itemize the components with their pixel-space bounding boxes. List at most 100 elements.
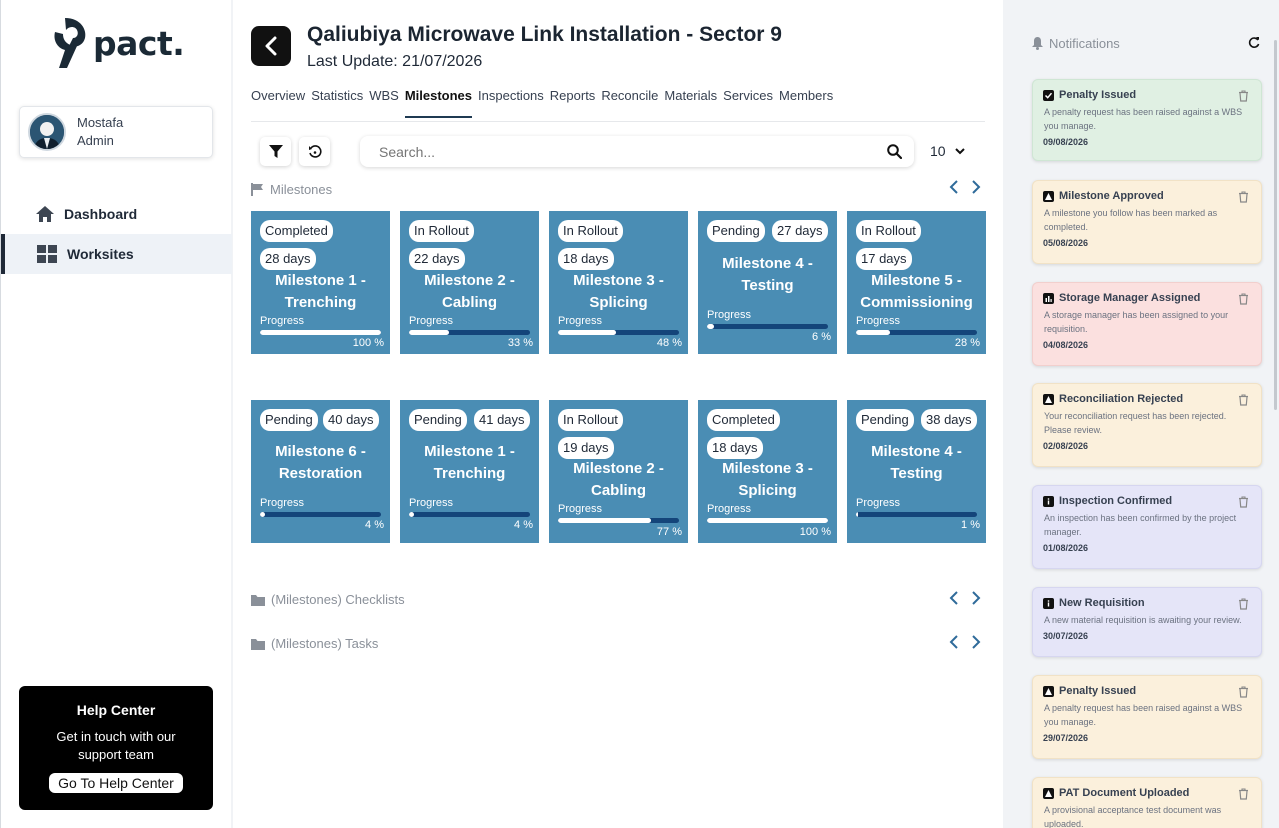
notification-title-text: Storage Manager Assigned — [1059, 292, 1201, 304]
chevron-right-icon[interactable] — [971, 591, 981, 610]
progress-fill — [409, 330, 449, 335]
sidebar-item-worksites[interactable]: Worksites — [1, 234, 232, 274]
progress-label: Progress — [707, 503, 752, 515]
notifications-panel: Notifications Penalty Issued A penalty re… — [1015, 0, 1279, 828]
go-to-help-center-button[interactable]: Go To Help Center — [49, 773, 183, 793]
trash-icon[interactable] — [1238, 787, 1249, 805]
help-text: Get in touch with our support team — [56, 729, 176, 762]
sidebar: pact. Mostafa Admin Dashboard Worksites … — [0, 0, 232, 828]
page-size-select[interactable]: 10 — [930, 143, 965, 159]
milestone-card[interactable]: In Rollout 19 days Milestone 2 - Cabling… — [549, 400, 688, 543]
refresh-icon[interactable] — [1248, 36, 1260, 54]
progress-percent: 100 % — [799, 526, 831, 538]
trash-icon[interactable] — [1238, 597, 1249, 615]
notification-title-text: PAT Document Uploaded — [1059, 787, 1190, 799]
info-icon — [1043, 597, 1054, 609]
notification-card[interactable]: Storage Manager Assigned A storage manage… — [1032, 282, 1262, 366]
search-icon[interactable] — [887, 144, 902, 159]
tab-reports[interactable]: Reports — [550, 88, 596, 118]
milestone-card[interactable]: Pending 27 days Milestone 4 - Testing Pr… — [698, 211, 837, 354]
status-badge: Pending — [856, 409, 914, 431]
days-badge: 17 days — [856, 248, 912, 270]
chevron-right-icon[interactable] — [971, 635, 981, 654]
tab-members[interactable]: Members — [779, 88, 833, 118]
logo[interactable]: pact. — [51, 16, 185, 70]
tab-milestones[interactable]: Milestones — [404, 88, 473, 118]
milestone-title: Milestone 1 - Trenching — [275, 272, 366, 311]
milestone-card[interactable]: Pending 40 days Milestone 6 - Restoratio… — [251, 400, 390, 543]
trash-icon[interactable] — [1238, 495, 1249, 513]
home-icon — [36, 206, 54, 222]
tab-inspections[interactable]: Inspections — [478, 88, 544, 118]
checklists-section-label[interactable]: (Milestones) Checklists — [251, 592, 405, 607]
milestone-card[interactable]: In Rollout 17 days Milestone 5 - Commiss… — [847, 211, 986, 354]
notification-card[interactable]: Inspection Confirmed An inspection has be… — [1032, 485, 1262, 569]
search-input[interactable] — [379, 143, 887, 160]
filter-button[interactable] — [260, 137, 291, 166]
trash-icon[interactable] — [1238, 685, 1249, 703]
section-title: (Milestones) Tasks — [271, 636, 379, 651]
notification-card[interactable]: Reconciliation Rejected Your reconciliati… — [1032, 383, 1262, 467]
progress-percent: 77 % — [656, 526, 682, 538]
progress-fill — [260, 512, 265, 517]
progress-fill — [707, 324, 715, 329]
progress-bar — [856, 330, 977, 335]
chevron-left-icon[interactable] — [949, 591, 959, 610]
milestone-card[interactable]: Pending 38 days Milestone 4 - Testing Pr… — [847, 400, 986, 543]
notification-card[interactable]: New Requisition A new material requisitio… — [1032, 587, 1262, 657]
user-avatar-icon — [30, 115, 64, 149]
filter-icon — [268, 145, 283, 158]
progress-bar — [707, 324, 828, 329]
notification-date: 09/08/2026 — [1043, 137, 1089, 147]
milestone-title: Milestone 5 - Commissioning — [860, 272, 973, 311]
chevron-left-icon[interactable] — [949, 180, 959, 199]
back-button[interactable] — [251, 26, 291, 66]
milestone-card[interactable]: Completed 18 days Milestone 3 - Splicing… — [698, 400, 837, 543]
notification-title: Storage Manager Assigned — [1043, 292, 1251, 304]
section-title: Milestones — [270, 182, 333, 197]
notification-card[interactable]: Penalty Issued A penalty request has been… — [1032, 675, 1262, 759]
status-badge: In Rollout — [558, 409, 623, 431]
notification-body: A penalty request has been raised agains… — [1044, 703, 1243, 727]
notification-body: Your reconciliation request has been rej… — [1044, 411, 1227, 435]
sidebar-item-dashboard[interactable]: Dashboard — [1, 194, 232, 234]
user-card[interactable]: Mostafa Admin — [19, 106, 213, 158]
milestone-card[interactable]: Pending 41 days Milestone 1 - Trenching … — [400, 400, 539, 543]
chevron-left-icon — [265, 36, 277, 56]
trash-icon[interactable] — [1238, 89, 1249, 107]
milestone-card[interactable]: In Rollout 22 days Milestone 2 - Cabling… — [400, 211, 539, 354]
days-badge: 28 days — [260, 248, 316, 270]
notifications-scrollbar[interactable] — [1274, 40, 1277, 410]
milestone-card[interactable]: Completed 28 days Milestone 1 - Trenchin… — [251, 211, 390, 354]
days-badge: 38 days — [921, 409, 977, 431]
tab-reconcile[interactable]: Reconcile — [601, 88, 658, 118]
trash-icon[interactable] — [1238, 190, 1249, 208]
notification-card[interactable]: Penalty Issued A penalty request has been… — [1032, 79, 1262, 161]
milestone-card[interactable]: In Rollout 18 days Milestone 3 - Splicin… — [549, 211, 688, 354]
tab-wbs[interactable]: WBS — [369, 88, 399, 118]
chevron-right-icon[interactable] — [971, 180, 981, 199]
tab-materials[interactable]: Materials — [664, 88, 717, 118]
last-update: Last Update: 21/07/2026 — [307, 53, 483, 70]
trash-icon[interactable] — [1238, 292, 1249, 310]
tab-overview[interactable]: Overview — [251, 88, 305, 118]
tab-statistics[interactable]: Statistics — [311, 88, 363, 118]
chevron-left-icon[interactable] — [949, 635, 959, 654]
notification-date: 29/07/2026 — [1043, 733, 1089, 743]
notifications-title: Notifications — [1049, 36, 1120, 51]
progress-label: Progress — [409, 497, 454, 509]
notification-card[interactable]: PAT Document Uploaded A provisional accep… — [1032, 777, 1262, 828]
tasks-section-label[interactable]: (Milestones) Tasks — [251, 636, 378, 651]
notification-card[interactable]: Milestone Approved A milestone you follow… — [1032, 180, 1262, 264]
notification-body: A penalty request has been raised agains… — [1044, 107, 1243, 131]
reset-button[interactable] — [299, 137, 330, 166]
notification-date: 01/08/2026 — [1043, 543, 1089, 553]
status-badge: Pending — [409, 409, 467, 431]
progress-bar — [409, 512, 530, 517]
tab-services[interactable]: Services — [723, 88, 773, 118]
notification-body: A milestone you follow has been marked a… — [1044, 208, 1218, 232]
progress-label: Progress — [409, 315, 454, 327]
trash-icon[interactable] — [1238, 393, 1249, 411]
progress-bar — [707, 518, 828, 523]
chart-icon — [1043, 292, 1054, 304]
